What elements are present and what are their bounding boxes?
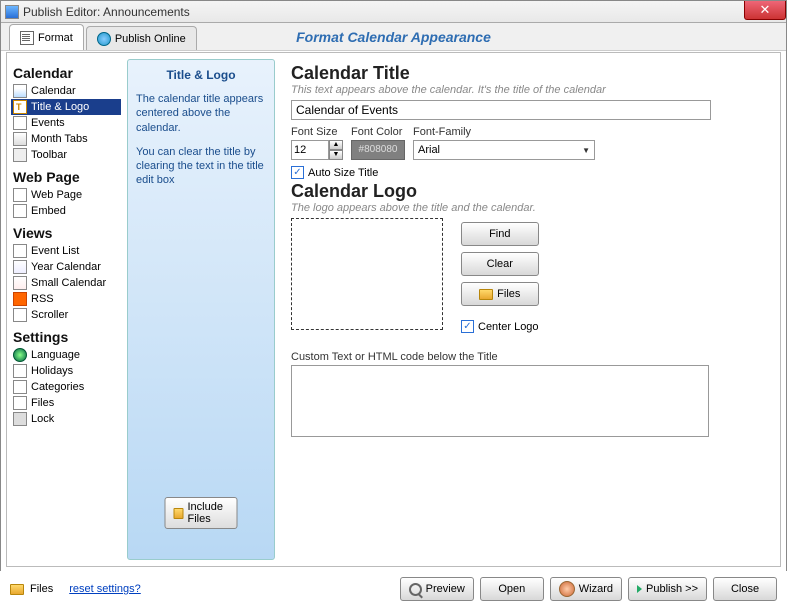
sidebar-item-year-calendar[interactable]: Year Calendar xyxy=(11,259,121,275)
preview-button[interactable]: Preview xyxy=(400,577,474,601)
include-files-button[interactable]: Include Files xyxy=(165,497,238,529)
titlebar: Publish Editor: Announcements ✕ xyxy=(1,1,786,23)
tab-format-label: Format xyxy=(38,32,73,44)
fontfamily-value: Arial xyxy=(418,144,440,156)
month-tabs-icon xyxy=(13,132,27,146)
custom-text-input[interactable] xyxy=(291,365,709,437)
sidebar-group-settings: Settings xyxy=(13,329,121,345)
fontfamily-dropdown[interactable]: Arial ▼ xyxy=(413,140,595,160)
folder-icon xyxy=(174,508,184,519)
footer-bar: Files reset settings? Preview Open Wizar… xyxy=(0,571,787,607)
calendar-title-sub: This text appears above the calendar. It… xyxy=(291,84,766,96)
body-area: Calendar Calendar Title & Logo Events Mo… xyxy=(6,52,781,567)
fontcolor-label: Font Color xyxy=(351,126,405,138)
autosize-label: Auto Size Title xyxy=(308,167,378,179)
info-text-2: You can clear the title by clearing the … xyxy=(136,145,266,188)
sidebar-item-events[interactable]: Events xyxy=(11,115,121,131)
files-button[interactable]: Files xyxy=(461,282,539,306)
rss-icon xyxy=(13,292,27,306)
sidebar-group-views: Views xyxy=(13,225,121,241)
small-calendar-icon xyxy=(13,276,27,290)
sidebar-item-month-tabs[interactable]: Month Tabs xyxy=(11,131,121,147)
close-button[interactable]: Close xyxy=(713,577,777,601)
main-panel: Calendar Title This text appears above t… xyxy=(277,53,780,566)
sidebar-item-event-list[interactable]: Event List xyxy=(11,243,121,259)
holidays-icon xyxy=(13,364,27,378)
fontsize-label: Font Size xyxy=(291,126,343,138)
sidebar-item-categories[interactable]: Categories xyxy=(11,379,121,395)
sidebar-item-rss[interactable]: RSS xyxy=(11,291,121,307)
close-window-button[interactable]: ✕ xyxy=(744,1,786,20)
globe-icon xyxy=(97,32,111,46)
folder-icon xyxy=(479,289,493,300)
calendar-icon xyxy=(13,84,27,98)
format-icon xyxy=(20,31,34,45)
open-button[interactable]: Open xyxy=(480,577,544,601)
footer-files-link[interactable]: Files xyxy=(30,583,53,595)
sidebar-group-calendar: Calendar xyxy=(13,65,121,81)
sidebar-item-files[interactable]: Files xyxy=(11,395,121,411)
sidebar-item-webpage[interactable]: Web Page xyxy=(11,187,121,203)
sidebar-item-holidays[interactable]: Holidays xyxy=(11,363,121,379)
sidebar-item-lock[interactable]: Lock xyxy=(11,411,121,427)
centerlogo-checkbox[interactable]: ✓ xyxy=(461,320,474,333)
toolbar-icon xyxy=(13,148,27,162)
fontsize-input[interactable] xyxy=(291,140,329,160)
calendar-title-input[interactable] xyxy=(291,100,711,120)
tab-format[interactable]: Format xyxy=(9,24,84,50)
categories-icon xyxy=(13,380,27,394)
calendar-title-heading: Calendar Title xyxy=(291,63,766,84)
info-text-1: The calendar title appears centered abov… xyxy=(136,92,266,135)
language-icon xyxy=(13,348,27,362)
lock-icon xyxy=(13,412,27,426)
logo-dropzone[interactable] xyxy=(291,218,443,330)
sidebar-item-scroller[interactable]: Scroller xyxy=(11,307,121,323)
events-icon xyxy=(13,116,27,130)
window-title: Publish Editor: Announcements xyxy=(23,5,190,19)
event-list-icon xyxy=(13,244,27,258)
folder-icon xyxy=(10,584,24,595)
fontfamily-label: Font-Family xyxy=(413,126,595,138)
centerlogo-label: Center Logo xyxy=(478,321,539,333)
fontsize-spinner[interactable]: ▲ ▼ xyxy=(291,140,343,160)
wizard-button[interactable]: Wizard xyxy=(550,577,622,601)
sidebar-item-embed[interactable]: Embed xyxy=(11,203,121,219)
calendar-logo-heading: Calendar Logo xyxy=(291,181,766,202)
find-button[interactable]: Find xyxy=(461,222,539,246)
app-icon xyxy=(5,5,19,19)
publish-button[interactable]: Publish >> xyxy=(628,577,707,601)
sidebar-item-calendar[interactable]: Calendar xyxy=(11,83,121,99)
tab-publish-label: Publish Online xyxy=(115,33,186,45)
sidebar-group-webpage: Web Page xyxy=(13,169,121,185)
tab-bar: Format Publish Online Format Calendar Ap… xyxy=(1,23,786,51)
calendar-logo-sub: The logo appears above the title and the… xyxy=(291,202,766,214)
fontsize-up-button[interactable]: ▲ xyxy=(329,140,343,150)
reset-settings-link[interactable]: reset settings? xyxy=(69,583,141,595)
webpage-icon xyxy=(13,188,27,202)
scroller-icon xyxy=(13,308,27,322)
sidebar-item-small-calendar[interactable]: Small Calendar xyxy=(11,275,121,291)
tab-publish-online[interactable]: Publish Online xyxy=(86,26,197,50)
info-panel: Title & Logo The calendar title appears … xyxy=(127,59,275,560)
autosize-checkbox[interactable]: ✓ xyxy=(291,166,304,179)
chevron-down-icon: ▼ xyxy=(582,146,590,155)
fontsize-down-button[interactable]: ▼ xyxy=(329,150,343,160)
play-icon xyxy=(637,585,642,593)
title-logo-icon xyxy=(13,100,27,114)
sidebar: Calendar Calendar Title & Logo Events Mo… xyxy=(7,53,125,566)
sidebar-item-language[interactable]: Language xyxy=(11,347,121,363)
sidebar-item-title-logo[interactable]: Title & Logo xyxy=(11,99,121,115)
custom-text-label: Custom Text or HTML code below the Title xyxy=(291,351,766,363)
search-icon xyxy=(409,583,422,596)
embed-icon xyxy=(13,204,27,218)
year-calendar-icon xyxy=(13,260,27,274)
files-icon xyxy=(13,396,27,410)
info-title: Title & Logo xyxy=(136,68,266,82)
fontcolor-picker[interactable]: #808080 xyxy=(351,140,405,160)
sidebar-item-toolbar[interactable]: Toolbar xyxy=(11,147,121,163)
clear-button[interactable]: Clear xyxy=(461,252,539,276)
wizard-icon xyxy=(559,581,575,597)
